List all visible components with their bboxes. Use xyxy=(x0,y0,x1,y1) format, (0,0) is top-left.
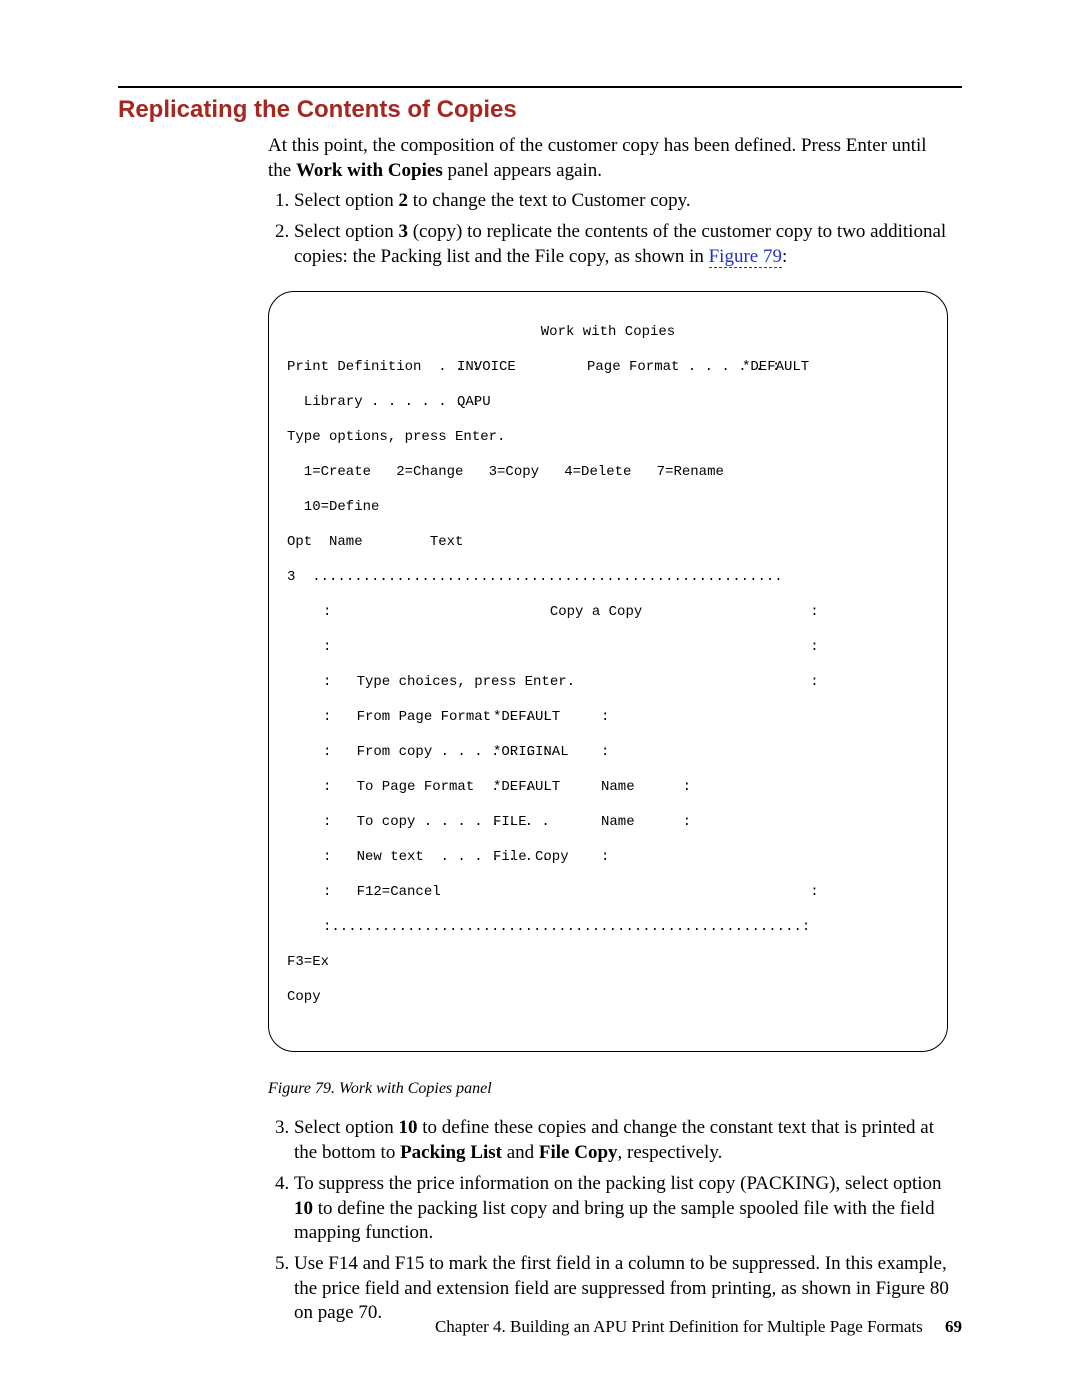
step1-bold: 2 xyxy=(398,190,408,211)
nt-value: File Copy xyxy=(493,849,601,867)
fpf-end: : xyxy=(601,709,609,727)
fpf-value: *DEFAULT xyxy=(493,709,601,727)
print-def-label: Print Definition . . : xyxy=(287,359,457,377)
s4bold: 10 xyxy=(294,1198,313,1219)
figure-caption: Figure 79. Work with Copies panel xyxy=(268,1080,962,1098)
tc-value: FILE xyxy=(493,814,601,832)
f3-exit: F3=Ex xyxy=(287,954,929,972)
page: Replicating the Contents of Copies At th… xyxy=(0,0,1080,1397)
steps-list-1: Select option 2 to change the text to Cu… xyxy=(268,189,952,269)
panel-options-2: 10=Define xyxy=(287,499,929,517)
s3a: Select option xyxy=(294,1117,398,1138)
intro-paragraph: At this point, the composition of the cu… xyxy=(268,134,952,183)
fc-end: : xyxy=(601,744,609,762)
dots-top: ........................................… xyxy=(295,569,782,585)
to-copy-row: : To copy . . . . . . . .FILEName: xyxy=(323,814,929,832)
print-def-row: Print Definition . . :INVOICEPage Format… xyxy=(287,359,929,377)
body-column-2: Select option 10 to define these copies … xyxy=(268,1116,952,1326)
step-5: Use F14 and F15 to mark the first field … xyxy=(294,1252,952,1326)
rule-top xyxy=(118,86,962,88)
intro-text-b: panel appears again. xyxy=(443,160,602,181)
page-footer: Chapter 4. Building an APU Print Definit… xyxy=(435,1317,962,1337)
from-copy-row: : From copy . . . . . . :*ORIGINAL: xyxy=(323,744,929,762)
step-4: To suppress the price information on the… xyxy=(294,1172,952,1246)
panel-options-1: 1=Create 2=Change 3=Copy 4=Delete 7=Rena… xyxy=(287,464,929,482)
tc-end: : xyxy=(683,814,691,832)
overlay-title: : Copy a Copy : xyxy=(323,604,929,622)
step2-bold: 3 xyxy=(398,221,408,242)
overlay-blank-1: : : xyxy=(323,639,929,657)
opt-3-row: 3 ......................................… xyxy=(287,569,929,587)
intro-bold: Work with Copies xyxy=(296,160,443,181)
dots-bottom: :.......................................… xyxy=(323,919,929,937)
body-column: At this point, the composition of the cu… xyxy=(268,134,952,269)
s3bold3: File Copy xyxy=(539,1142,618,1163)
fc-label: : From copy . . . . . . : xyxy=(323,744,493,762)
panel-instr: Type options, press Enter. xyxy=(287,429,929,447)
s4a: To suppress the price information on the… xyxy=(294,1173,942,1194)
panel-title: Work with Copies xyxy=(287,324,929,342)
step2-c: : xyxy=(782,246,787,267)
new-text-row: : New text . . . . . . .File Copy: xyxy=(323,849,929,867)
steps-list-2: Select option 10 to define these copies … xyxy=(268,1116,952,1326)
tc-label: : To copy . . . . . . . . xyxy=(323,814,493,832)
tc-hint: Name xyxy=(601,814,635,832)
step1-a: Select option xyxy=(294,190,398,211)
step-2: Select option 3 (copy) to replicate the … xyxy=(294,220,952,269)
panel-column-headers: Opt Name Text xyxy=(287,534,929,552)
terminal-panel: Work with Copies Print Definition . . :I… xyxy=(268,291,948,1052)
step1-b: to change the text to Customer copy. xyxy=(408,190,691,211)
library-row: Library . . . . . . :QAPU xyxy=(287,394,929,412)
s3mid: and xyxy=(502,1142,539,1163)
step2-a: Select option xyxy=(294,221,398,242)
tpf-hint: Name xyxy=(601,779,635,797)
s3bold2: Packing List xyxy=(400,1142,502,1163)
step-3: Select option 10 to define these copies … xyxy=(294,1116,952,1165)
from-page-format-row: : From Page Format . . :*DEFAULT: xyxy=(323,709,929,727)
s3c: , respectively. xyxy=(618,1142,723,1163)
nt-end: : xyxy=(601,849,609,867)
overlay-f12: : F12=Cancel : xyxy=(323,884,929,902)
page-format-label: Page Format . . . . . : xyxy=(587,359,742,377)
tpf-label: : To Page Format . . . . xyxy=(323,779,493,797)
fc-value: *ORIGINAL xyxy=(493,744,601,762)
to-page-format-row: : To Page Format . . . .*DEFAULTName: xyxy=(323,779,929,797)
nt-label: : New text . . . . . . . xyxy=(323,849,493,867)
overlay-instr: : Type choices, press Enter. : xyxy=(323,674,929,692)
footer-page-number: 69 xyxy=(945,1317,962,1336)
library-label: Library . . . . . . : xyxy=(287,394,457,412)
tpf-value: *DEFAULT xyxy=(493,779,601,797)
copy-label: Copy xyxy=(287,989,929,1007)
page-format-value: *DEFAULT xyxy=(742,359,809,377)
fpf-label: : From Page Format . . : xyxy=(323,709,493,727)
figure-79: Work with Copies Print Definition . . :I… xyxy=(268,291,948,1052)
print-def-value: INVOICE xyxy=(457,359,587,377)
library-value: QAPU xyxy=(457,394,587,412)
tpf-end: : xyxy=(683,779,691,797)
s3bold: 10 xyxy=(398,1117,417,1138)
figure-ref-link[interactable]: Figure 79 xyxy=(709,246,782,268)
section-heading: Replicating the Contents of Copies xyxy=(118,96,962,124)
step-1: Select option 2 to change the text to Cu… xyxy=(294,189,952,214)
footer-chapter: Chapter 4. Building an APU Print Definit… xyxy=(435,1317,923,1336)
s4b: to define the packing list copy and brin… xyxy=(294,1198,935,1244)
